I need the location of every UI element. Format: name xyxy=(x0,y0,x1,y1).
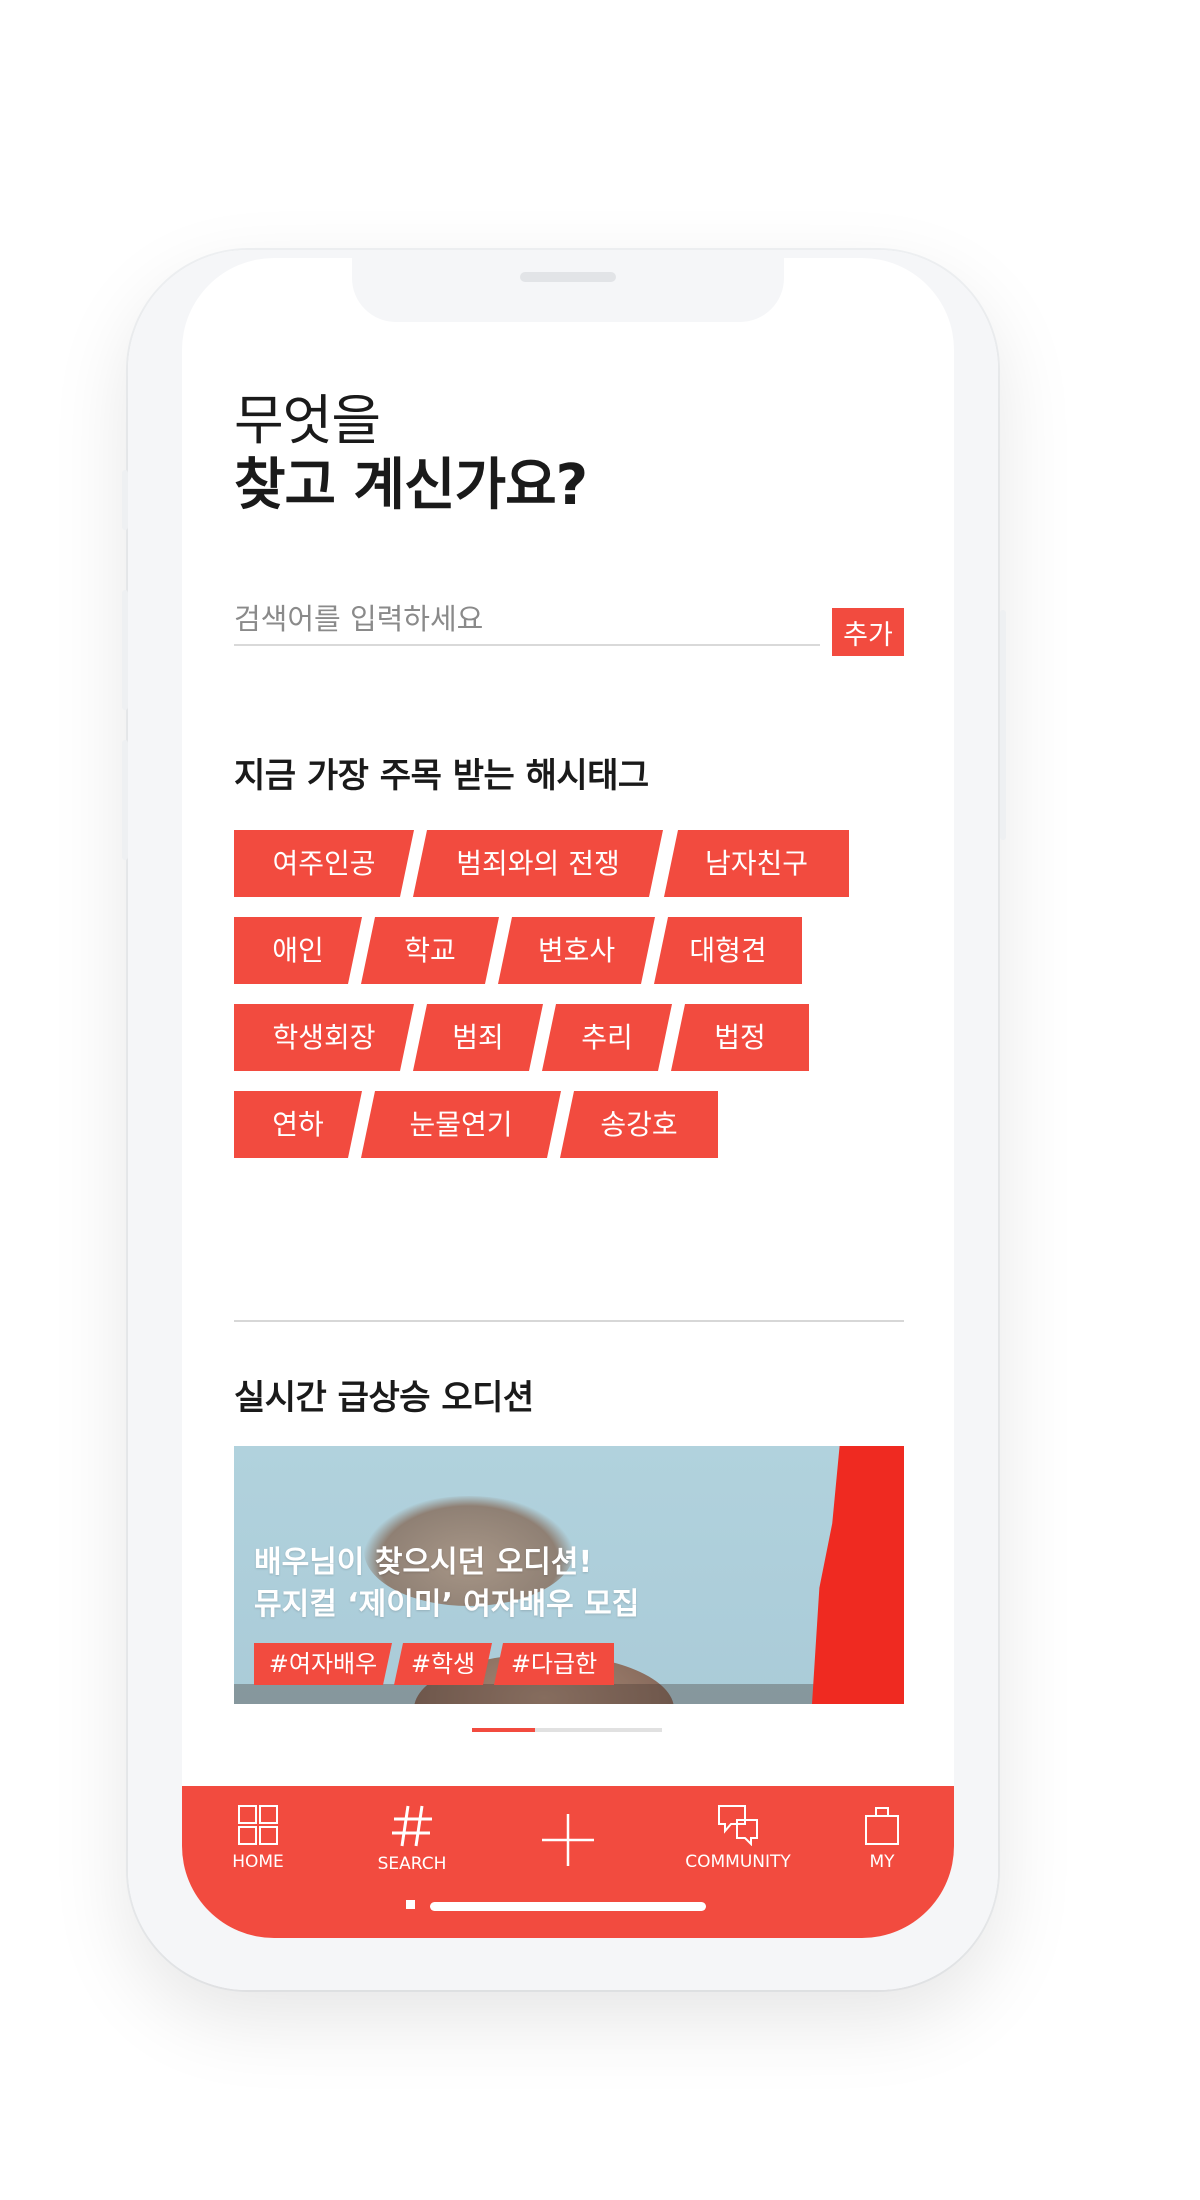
hashtag-chip[interactable]: 변호사 xyxy=(498,917,655,984)
hashtag-chip[interactable]: 대형견 xyxy=(654,917,802,984)
nav-label-home: HOME xyxy=(232,1852,284,1872)
banner-tag[interactable]: #학생 xyxy=(394,1643,492,1685)
nav-item-add[interactable] xyxy=(498,1804,638,1894)
nav-item-search[interactable]: SEARCH xyxy=(342,1804,482,1909)
home-indicator[interactable] xyxy=(430,1902,706,1911)
chat-bubbles-icon xyxy=(718,1805,758,1846)
hashtag-list: 여주인공 범죄와의 전쟁 남자친구 애인 학교 변호사 대형견 학생회장 범죄 … xyxy=(234,830,914,1178)
nav-label-community: COMMUNITY xyxy=(685,1852,791,1872)
bag-icon xyxy=(865,1807,899,1845)
hashtag-chip[interactable]: 남자친구 xyxy=(664,830,849,897)
hashtag-chip[interactable]: 추리 xyxy=(542,1004,672,1071)
nav-item-community[interactable]: COMMUNITY xyxy=(668,1804,808,1894)
audition-title-bold: 실시간 급상승 xyxy=(234,1378,431,1418)
hashtag-chip[interactable]: 눈물연기 xyxy=(361,1091,561,1158)
active-indicator-dot xyxy=(406,1900,415,1909)
hashtag-title-regular: 지금 가장 주목 받는 xyxy=(234,756,526,796)
speaker-grille xyxy=(520,272,616,282)
banner-title: 배우님이 찾으시던 오디션! 뮤지컬 ‘제이미’ 여자배우 모집 xyxy=(254,1542,639,1626)
banner-tag[interactable]: #다급한 xyxy=(494,1643,614,1685)
banner-title-line2: 뮤지컬 ‘제이미’ 여자배우 모집 xyxy=(254,1587,640,1622)
audition-banner[interactable]: 배우님이 찾으시던 오디션! 뮤지컬 ‘제이미’ 여자배우 모집 #여자배우 #… xyxy=(234,1446,904,1704)
bottom-nav: HOME SEARCH COMMUNITY MY xyxy=(182,1786,954,1938)
grid-icon xyxy=(238,1805,278,1845)
nav-item-home[interactable]: HOME xyxy=(188,1804,328,1894)
banner-pager-progress xyxy=(472,1728,536,1732)
banner-title-line1: 배우님이 찾으시던 오디션! xyxy=(254,1545,593,1580)
hashtag-chip[interactable]: 연하 xyxy=(234,1091,362,1158)
nav-label-my: MY xyxy=(869,1852,895,1872)
hashtag-chip[interactable]: 여주인공 xyxy=(234,830,414,897)
side-button-left-1 xyxy=(122,470,128,530)
hashtag-row: 학생회장 범죄 추리 법정 xyxy=(234,1004,914,1071)
side-button-right xyxy=(1000,610,1006,840)
hashtag-chip[interactable]: 학생회장 xyxy=(234,1004,414,1071)
hashtag-chip[interactable]: 학교 xyxy=(361,917,499,984)
page-title-line2: 찾고 계신가요? xyxy=(234,453,588,518)
hashtag-chip[interactable]: 범죄와의 전쟁 xyxy=(413,830,663,897)
banner-image-ground xyxy=(234,1684,904,1704)
banner-tag-list: #여자배우 #학생 #다급한 xyxy=(254,1643,654,1685)
nav-item-my[interactable]: MY xyxy=(812,1804,952,1894)
nav-label-search: SEARCH xyxy=(377,1854,447,1874)
banner-tag[interactable]: #여자배우 xyxy=(254,1643,392,1685)
audition-section-title: 실시간 급상승 오디션 xyxy=(234,1370,534,1419)
phone-screen: 무엇을 찾고 계신가요? 추가 지금 가장 주목 받는 해시태그 여주인공 범죄… xyxy=(182,258,954,1938)
audition-title-regular: 오디션 xyxy=(430,1378,534,1418)
hashtag-chip[interactable]: 애인 xyxy=(234,917,362,984)
section-divider xyxy=(234,1320,904,1322)
hashtag-row: 여주인공 범죄와의 전쟁 남자친구 xyxy=(234,830,914,897)
hash-icon xyxy=(392,1805,432,1847)
hashtag-row: 연하 눈물연기 송강호 xyxy=(234,1091,914,1158)
add-button[interactable]: 추가 xyxy=(832,608,904,656)
hashtag-section-title: 지금 가장 주목 받는 해시태그 xyxy=(234,748,649,797)
plus-icon xyxy=(542,1814,594,1866)
side-button-left-3 xyxy=(122,740,128,860)
side-button-left-2 xyxy=(122,590,128,710)
hashtag-chip[interactable]: 송강호 xyxy=(560,1091,718,1158)
hashtag-title-bold: 해시태그 xyxy=(525,756,650,796)
notch xyxy=(352,258,784,322)
search-input[interactable] xyxy=(234,594,820,646)
banner-pager[interactable] xyxy=(472,1728,662,1732)
hashtag-chip[interactable]: 법정 xyxy=(671,1004,809,1071)
hashtag-chip[interactable]: 범죄 xyxy=(413,1004,543,1071)
hashtag-row: 애인 학교 변호사 대형견 xyxy=(234,917,914,984)
